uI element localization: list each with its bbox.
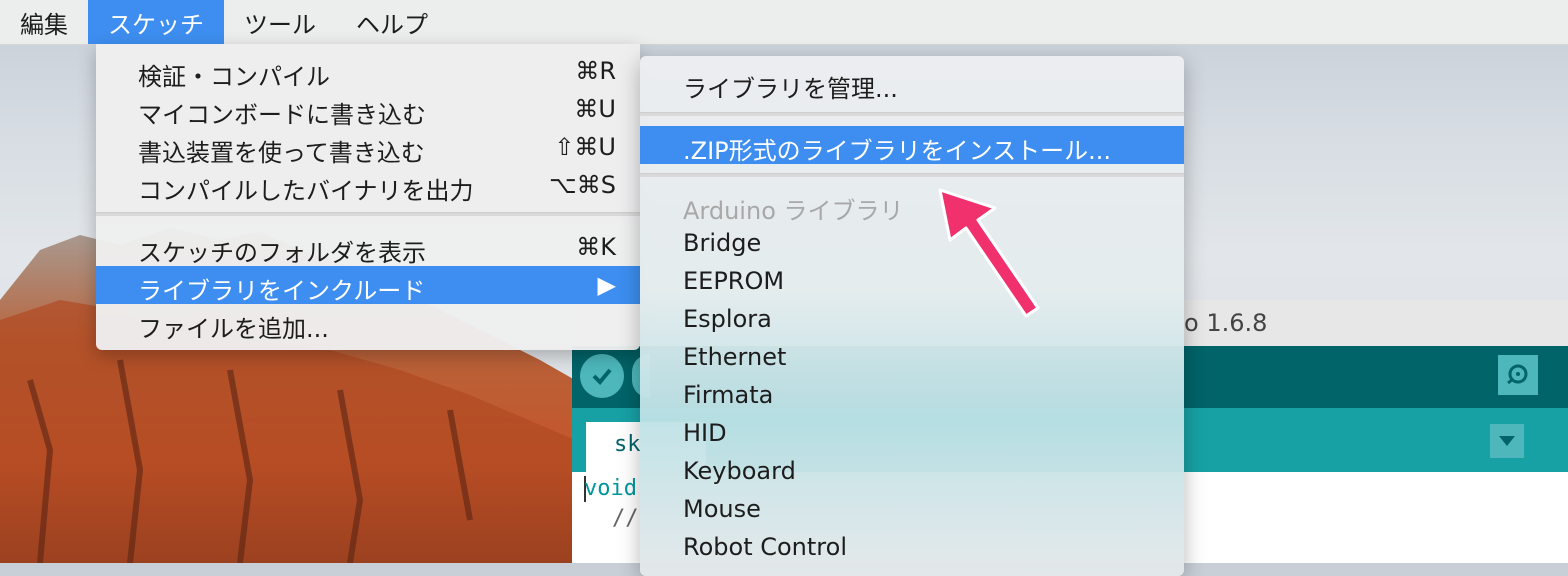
menu-item-label: コンパイルしたバイナリを出力	[138, 177, 474, 205]
tab-menu-button[interactable]	[1490, 424, 1524, 458]
pink-arrow-annotation	[938, 188, 1040, 318]
shortcut-label: ⌘R	[575, 57, 616, 85]
menu-sketch[interactable]: スケッチ	[88, 0, 224, 44]
check-icon	[592, 368, 612, 385]
triangle-down-icon	[1499, 436, 1515, 446]
library-item-ethernet[interactable]: Ethernet	[640, 338, 1184, 376]
library-item-mouse[interactable]: Mouse	[640, 490, 1184, 528]
menu-separator	[96, 212, 640, 216]
menu-item-label: Bridge	[683, 229, 762, 257]
menu-item-upload-programmer[interactable]: 書込装置を使って書き込む ⇧⌘U	[96, 128, 640, 167]
menu-item-add-file[interactable]: ファイルを追加...	[96, 304, 640, 343]
menu-item-label: ファイルを追加...	[138, 315, 329, 343]
section-header-label: Arduino ライブラリ	[683, 197, 904, 225]
menu-item-label: 検証・コンパイル	[138, 63, 330, 91]
menu-help[interactable]: ヘルプ	[336, 0, 448, 44]
menu-edit[interactable]: 編集	[0, 0, 88, 44]
menu-item-label: 書込装置を使って書き込む	[138, 139, 425, 167]
library-item-robot-control[interactable]: Robot Control	[640, 528, 1184, 566]
menu-item-label: Ethernet	[683, 343, 787, 371]
menu-separator	[640, 112, 1184, 116]
shortcut-label: ⌥⌘S	[549, 171, 616, 199]
code-line-2: //	[612, 506, 639, 531]
library-item-keyboard[interactable]: Keyboard	[640, 452, 1184, 490]
menu-item-upload[interactable]: マイコンボードに書き込む ⌘U	[96, 90, 640, 129]
menu-item-label: Keyboard	[683, 457, 796, 485]
menubar: 編集 スケッチ ツール ヘルプ	[0, 0, 1568, 45]
menu-item-label: EEPROM	[683, 267, 785, 295]
menu-tools[interactable]: ツール	[224, 0, 336, 44]
menu-item-label: Esplora	[683, 305, 772, 333]
menu-item-label: ライブラリを管理...	[683, 75, 898, 103]
sketch-menu: 検証・コンパイル ⌘R マイコンボードに書き込む ⌘U 書込装置を使って書き込む…	[96, 44, 640, 350]
menu-item-label: Mouse	[683, 495, 761, 523]
menu-item-label: Firmata	[683, 381, 774, 409]
serial-monitor-button[interactable]	[1498, 355, 1538, 395]
library-item-firmata[interactable]: Firmata	[640, 376, 1184, 414]
menu-item-label: スケッチのフォルダを表示	[138, 239, 426, 267]
submenu-arrow-icon: ▶	[597, 271, 616, 299]
magnifier-icon	[1507, 364, 1528, 385]
menu-item-export-binary[interactable]: コンパイルしたバイナリを出力 ⌥⌘S	[96, 166, 640, 205]
ide-title-version: o 1.6.8	[1184, 309, 1268, 337]
menu-item-install-zip[interactable]: .ZIP形式のライブラリをインストール...	[640, 126, 1184, 165]
menu-item-label: Robot Control	[683, 533, 847, 561]
menu-item-show-folder[interactable]: スケッチのフォルダを表示 ⌘K	[96, 228, 640, 267]
menu-item-label: マイコンボードに書き込む	[138, 101, 426, 129]
menu-item-label: HID	[683, 419, 727, 447]
shortcut-label: ⌘K	[576, 233, 616, 261]
menu-item-verify[interactable]: 検証・コンパイル ⌘R	[96, 52, 640, 91]
shortcut-label: ⌘U	[574, 95, 616, 123]
library-item-hid[interactable]: HID	[640, 414, 1184, 452]
shortcut-label: ⇧⌘U	[554, 133, 616, 161]
menu-item-label: .ZIP形式のライブラリをインストール...	[683, 137, 1112, 165]
verify-button[interactable]	[580, 354, 624, 398]
menu-item-manage-libraries[interactable]: ライブラリを管理...	[640, 64, 1184, 103]
code-line-1: void	[584, 476, 637, 501]
menu-item-include-library[interactable]: ライブラリをインクルード ▶	[96, 266, 640, 305]
menu-item-label: ライブラリをインクルード	[138, 277, 426, 305]
